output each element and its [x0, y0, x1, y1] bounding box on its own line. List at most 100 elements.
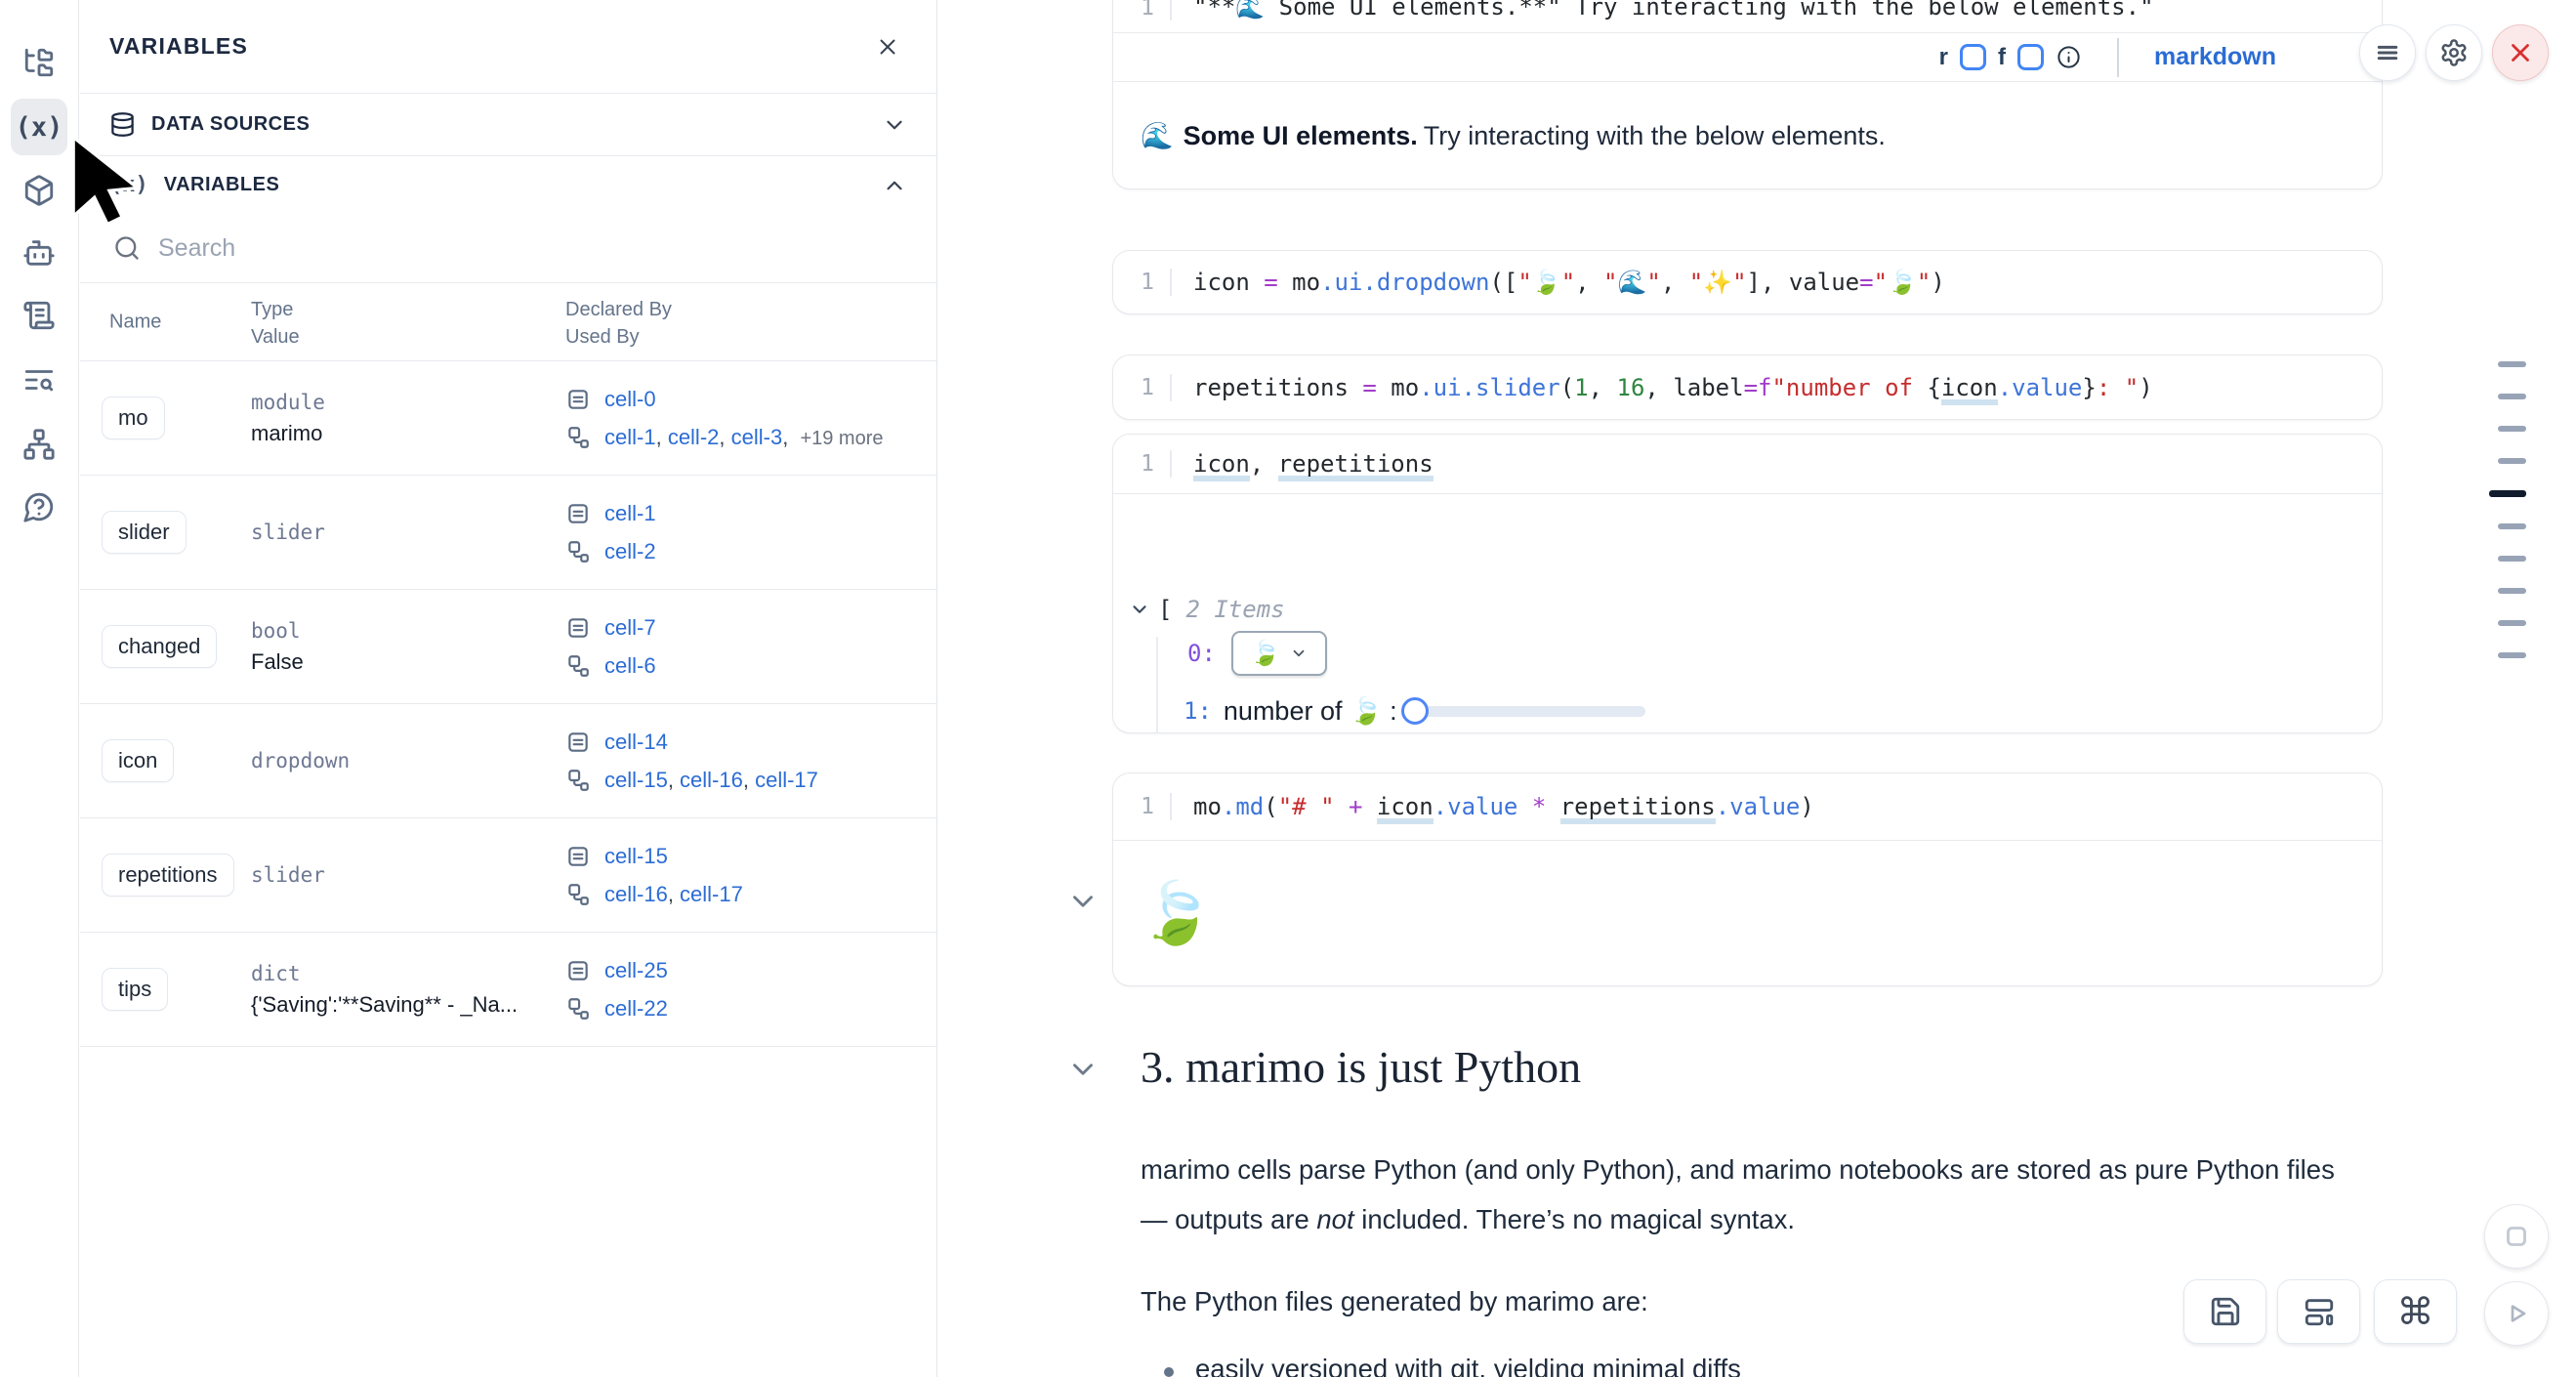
section-data-sources[interactable]: DATA SOURCES	[80, 94, 936, 156]
package-icon	[22, 174, 56, 207]
run-button[interactable]	[2484, 1281, 2549, 1346]
cell-link[interactable]: cell-6	[604, 653, 656, 678]
variables-table: mo module marimo cell-0 cell-1, cell-2, …	[80, 361, 936, 1047]
code-line[interactable]: repetitions = mo.ui.slider(1, 16, label=…	[1170, 374, 2382, 401]
rail-item-logs[interactable]	[11, 352, 67, 408]
declared-by-line: cell-15	[565, 844, 743, 869]
info-button[interactable]	[2056, 44, 2082, 70]
cell-link[interactable]: cell-25	[604, 958, 668, 982]
variable-name-pill[interactable]: changed	[102, 625, 217, 668]
link-icon	[565, 425, 591, 450]
sidebar-rail: (x)	[0, 0, 79, 1377]
cell-link[interactable]: cell-2	[604, 539, 656, 563]
cell-marker[interactable]	[2498, 620, 2526, 626]
cell-marker[interactable]	[2498, 394, 2526, 399]
cell-marker[interactable]	[2489, 490, 2526, 497]
rail-item-packages[interactable]	[11, 162, 67, 219]
output-bold-text: Some UI elements.	[1184, 121, 1418, 151]
cell-link[interactable]: cell-22	[604, 996, 668, 1021]
more-cells-label[interactable]: +19 more	[800, 428, 883, 449]
code-line[interactable]: "**🌊 Some UI elements.**" Try interactin…	[1170, 0, 2382, 21]
used-by-line: cell-16, cell-17	[565, 882, 743, 907]
search-input[interactable]	[158, 234, 903, 263]
stop-button[interactable]	[2484, 1204, 2549, 1269]
link-icon	[565, 768, 591, 793]
code-line[interactable]: icon, repetitions	[1170, 450, 2382, 478]
cell-marker[interactable]	[2498, 652, 2526, 658]
cell-document-icon	[565, 958, 591, 983]
cell-marker[interactable]	[2498, 426, 2526, 432]
rail-item-variables[interactable]: (x)	[11, 99, 67, 155]
cell-link[interactable]: cell-16	[680, 768, 743, 792]
cell-link[interactable]: cell-17	[680, 882, 743, 906]
search-icon	[113, 234, 141, 262]
table-row: changed bool False cell-7 cell-6	[80, 590, 936, 704]
code-line[interactable]: mo.md("# " + icon.value * repetitions.va…	[1170, 793, 2382, 820]
slider-control[interactable]	[1401, 696, 1645, 726]
collapse-chevron[interactable]	[1066, 885, 1100, 918]
cell-link[interactable]: cell-1	[604, 425, 656, 449]
section-label: VARIABLES	[164, 174, 280, 196]
cell-link[interactable]: cell-14	[604, 730, 668, 754]
cell-marker[interactable]	[2498, 458, 2526, 464]
cell-link[interactable]: cell-17	[755, 768, 818, 792]
help-icon	[22, 490, 56, 523]
cell-marker[interactable]	[2498, 588, 2526, 594]
markdown-output: 🌊 Some UI elements. Try interacting with…	[1113, 81, 2382, 189]
variable-type-value: bool False	[251, 590, 304, 703]
rail-item-dependencies[interactable]	[11, 416, 67, 473]
rail-item-ai-assistant[interactable]	[11, 225, 67, 281]
variable-name-pill[interactable]: icon	[102, 739, 174, 782]
line-number: 1	[1113, 0, 1170, 21]
cell-marker[interactable]	[2498, 361, 2526, 367]
tree-item-0: 0: 🍃	[1187, 631, 1327, 676]
variable-name-pill[interactable]: tips	[102, 968, 168, 1011]
fstring-toggle-label: f	[1998, 44, 2006, 71]
code-editor: 1 "**🌊 Some UI elements.**" Try interact…	[1113, 0, 2382, 32]
cell-link[interactable]: cell-16	[604, 882, 668, 906]
line-number: 1	[1113, 794, 1170, 819]
section-variables[interactable]: (x) VARIABLES	[80, 156, 936, 214]
rail-item-help[interactable]	[11, 479, 67, 535]
variable-name-pill[interactable]: slider	[102, 511, 187, 554]
cell-marker[interactable]	[2498, 556, 2526, 562]
notebook-menu-button[interactable]	[2359, 24, 2416, 81]
collapse-chevron[interactable]	[1066, 1053, 1100, 1086]
shutdown-button[interactable]	[2492, 24, 2549, 81]
code-editor: 1 icon = mo.ui.dropdown(["🍃", "🌊", "✨"],…	[1113, 251, 2382, 313]
cell-link[interactable]: cell-7	[604, 615, 656, 640]
chevron-down-icon[interactable]	[1129, 599, 1150, 620]
language-toggle[interactable]: markdown	[2154, 43, 2276, 71]
variable-type: module	[251, 391, 325, 414]
cell-link[interactable]: cell-0	[604, 387, 656, 411]
cell-link[interactable]: cell-2	[668, 425, 720, 449]
raw-toggle-label: r	[1939, 44, 1948, 71]
rail-item-scratchpad[interactable]	[11, 287, 67, 344]
variable-name-pill[interactable]: repetitions	[102, 854, 234, 897]
slider-track[interactable]	[1401, 706, 1645, 717]
dropdown-control[interactable]: 🍃	[1231, 631, 1327, 676]
table-row: tips dict {'Saving':'**Saving** - _Na...…	[80, 933, 936, 1047]
chevron-up-icon	[882, 173, 907, 198]
slider-thumb[interactable]	[1401, 697, 1429, 725]
save-button[interactable]	[2183, 1279, 2266, 1344]
tree-item-1: 1: number of 🍃 :	[1184, 695, 1645, 727]
cell-link[interactable]: cell-1	[604, 501, 656, 525]
raw-toggle-checkbox[interactable]	[1960, 44, 1986, 70]
markdown-h1-output: 🍃	[1113, 840, 2382, 985]
code-editor: 1 icon, repetitions	[1113, 435, 2382, 493]
footer-divider	[2117, 38, 2119, 77]
fstring-toggle-checkbox[interactable]	[2017, 44, 2044, 70]
layout-toggle-button[interactable]	[2277, 1279, 2360, 1344]
comma: ,	[743, 768, 755, 792]
settings-button[interactable]	[2426, 24, 2482, 81]
cell-link[interactable]: cell-15	[604, 844, 668, 868]
variable-name-pill[interactable]: mo	[102, 396, 165, 439]
rail-item-file-tree[interactable]	[11, 34, 67, 91]
code-line[interactable]: icon = mo.ui.dropdown(["🍃", "🌊", "✨"], v…	[1170, 269, 2382, 296]
cell-link[interactable]: cell-3	[731, 425, 783, 449]
keyboard-shortcuts-button[interactable]: ⌘	[2374, 1279, 2457, 1344]
panel-close-button[interactable]	[868, 27, 907, 66]
cell-link[interactable]: cell-15	[604, 768, 668, 792]
cell-marker[interactable]	[2498, 523, 2526, 529]
